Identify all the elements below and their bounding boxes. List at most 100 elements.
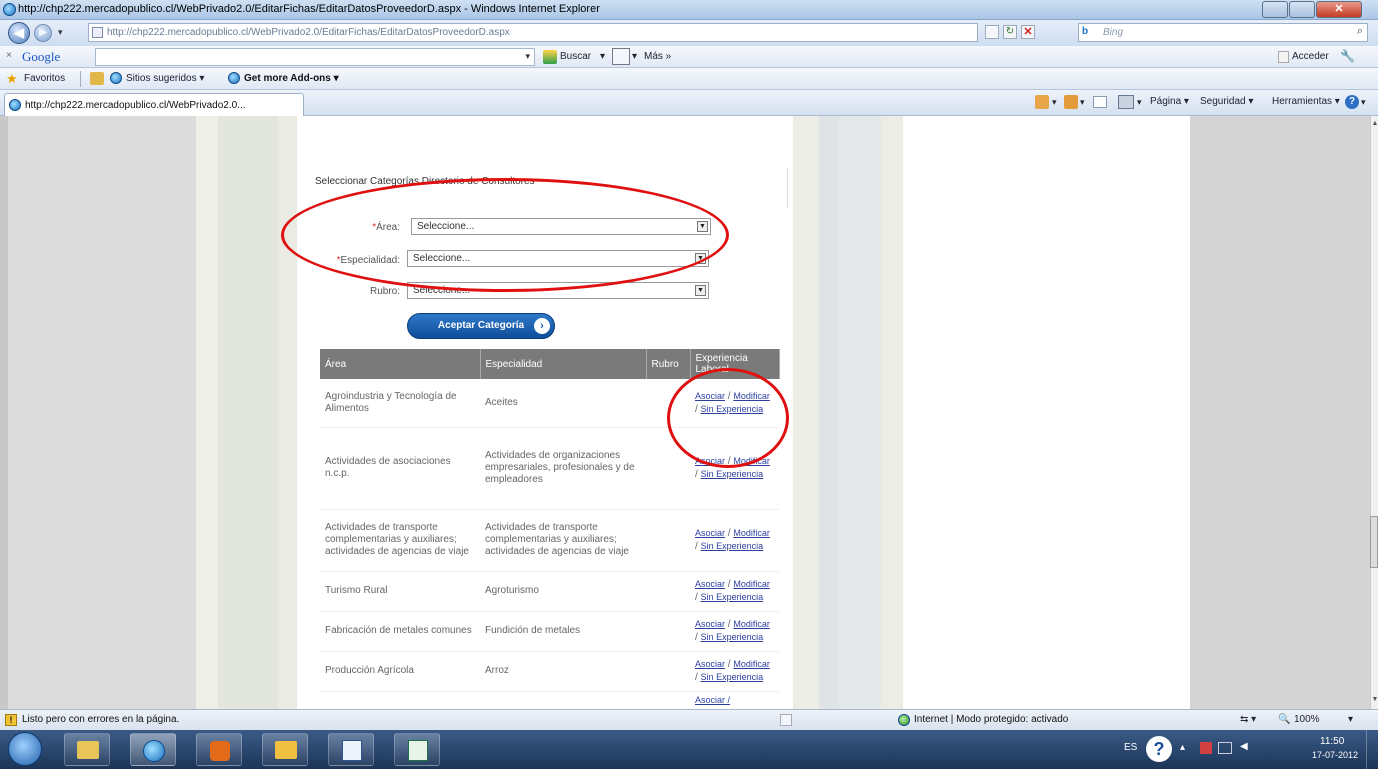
search-icon[interactable]: ⌕ — [1357, 25, 1363, 38]
minimize-button[interactable] — [1262, 1, 1288, 18]
help-tray-icon[interactable]: ? — [1146, 736, 1172, 762]
page-menu[interactable]: Página ▾ — [1150, 96, 1189, 107]
no-experience-link[interactable]: Sin Experiencia — [701, 469, 764, 479]
no-experience-link[interactable]: Sin Experiencia — [701, 672, 764, 682]
scroll-up-icon[interactable]: ▲ — [1371, 120, 1378, 127]
cell-area: Actividades de asociaciones n.c.p. — [320, 427, 480, 510]
explorer-taskbar-icon[interactable] — [64, 733, 110, 766]
wrench-icon[interactable]: 🔧 — [1340, 49, 1355, 63]
compat-view-icon[interactable] — [985, 25, 999, 39]
status-bar: ! Listo pero con errores en la página. I… — [0, 709, 1378, 730]
refresh-icon[interactable]: ↻ — [1003, 25, 1017, 39]
page-stripe — [218, 116, 278, 709]
associate-link[interactable]: Asociar — [695, 528, 725, 538]
history-dropdown-icon[interactable]: ▾ — [58, 27, 63, 38]
more-link[interactable]: Más » — [644, 51, 671, 62]
word-taskbar-icon[interactable] — [328, 733, 374, 766]
close-button[interactable]: ✕ — [1316, 1, 1362, 18]
cell-actions: Asociar / Modificar / Sin Experiencia — [690, 571, 779, 612]
print-icon[interactable] — [1118, 95, 1134, 109]
column-header-area: Área — [320, 349, 481, 379]
mail-icon[interactable] — [1093, 96, 1107, 108]
zone-settings-icon[interactable]: ⇆ ▾ — [1240, 714, 1256, 725]
zoom-dropdown-icon[interactable]: ▾ — [1348, 714, 1353, 725]
no-experience-link[interactable]: Sin Experiencia — [701, 592, 764, 602]
network-tray-icon[interactable] — [1218, 742, 1232, 754]
address-toolbar: ◀ ▶ ▾ http://chp222.mercadopublico.cl/We… — [0, 20, 1378, 46]
chevron-down-icon[interactable]: ▾ — [525, 51, 530, 62]
vertical-scrollbar[interactable]: ▲ ▼ — [1370, 116, 1378, 709]
status-message: Listo pero con errores en la página. — [22, 714, 180, 725]
print-dropdown-icon[interactable]: ▾ — [1137, 97, 1142, 108]
warning-icon[interactable]: ! — [5, 714, 17, 726]
no-experience-link[interactable]: Sin Experiencia — [701, 632, 764, 642]
tray-expand-icon[interactable]: ▴ — [1180, 742, 1185, 753]
google-search-icon — [543, 50, 557, 64]
search-placeholder: Bing — [1103, 27, 1124, 38]
volume-tray-icon[interactable]: ◀ — [1240, 741, 1248, 752]
clock-date[interactable]: 17-07-2012 — [1312, 750, 1358, 760]
help-icon[interactable]: ? — [1345, 95, 1359, 109]
close-toolbar-icon[interactable]: × — [6, 50, 12, 61]
separator — [80, 71, 81, 87]
add-favorite-icon[interactable] — [90, 72, 104, 85]
excel-taskbar-icon[interactable] — [394, 733, 440, 766]
cell-area: Actividades de transporte complementaria… — [320, 509, 480, 572]
clock-time[interactable]: 11:50 — [1320, 736, 1344, 747]
ie-taskbar-icon[interactable] — [130, 733, 176, 766]
media-player-icon — [210, 741, 230, 761]
show-desktop-button[interactable] — [1366, 730, 1378, 769]
zoom-level[interactable]: 100% — [1294, 714, 1320, 725]
tab-current[interactable]: http://chp222.mercadopublico.cl/WebPriva… — [4, 93, 304, 116]
associate-link[interactable]: Asociar / — [695, 695, 730, 705]
flag-tray-icon[interactable] — [1200, 742, 1212, 754]
globe-icon — [898, 714, 910, 726]
media-taskbar-icon[interactable] — [196, 733, 242, 766]
home-icon[interactable] — [1035, 95, 1049, 109]
feeds-dropdown-icon[interactable]: ▾ — [1080, 97, 1085, 108]
search-input[interactable]: b Bing ⌕ — [1078, 23, 1368, 42]
google-search-button[interactable]: Buscar — [560, 51, 591, 62]
start-button[interactable] — [8, 732, 42, 766]
scrollbar-thumb[interactable] — [1370, 516, 1378, 568]
url-input[interactable]: http://chp222.mercadopublico.cl/WebPriva… — [88, 23, 978, 42]
forward-button[interactable]: ▶ — [34, 24, 52, 42]
table-row: Turismo Rural Agroturismo Asociar / Modifi… — [320, 571, 779, 612]
modify-link[interactable]: Modificar — [733, 619, 770, 629]
popup-blocker-icon[interactable] — [612, 48, 630, 65]
get-addons-link[interactable]: Get more Add-ons ▾ — [244, 73, 339, 84]
taskbar: ES ? ▴ ◀ 11:50 17-07-2012 — [0, 730, 1378, 769]
google-search-input[interactable]: ▾ — [95, 48, 535, 66]
no-experience-link[interactable]: Sin Experiencia — [701, 541, 764, 551]
google-search-dropdown-icon[interactable]: ▾ — [600, 51, 605, 62]
tools-menu[interactable]: Herramientas ▾ — [1272, 96, 1340, 107]
associate-link[interactable]: Asociar — [695, 619, 725, 629]
cell-rubro — [646, 571, 690, 612]
back-button[interactable]: ◀ — [8, 22, 30, 44]
modify-link[interactable]: Modificar — [733, 528, 770, 538]
favorites-button[interactable]: Favoritos — [24, 73, 65, 84]
annotation-circle-links — [667, 368, 789, 468]
window-title: http://chp222.mercadopublico.cl/WebPriva… — [18, 3, 600, 15]
popup-blocker-dropdown-icon[interactable]: ▾ — [632, 51, 637, 62]
associate-link[interactable]: Asociar — [695, 579, 725, 589]
suggested-sites-link[interactable]: Sitios sugeridos ▾ — [126, 73, 204, 84]
language-indicator[interactable]: ES — [1124, 742, 1137, 753]
signin-link[interactable]: Acceder — [1292, 51, 1329, 62]
scroll-down-icon[interactable]: ▼ — [1371, 696, 1378, 703]
suggested-sites-icon — [110, 72, 122, 84]
associate-link[interactable]: Asociar — [695, 659, 725, 669]
tab-bar: http://chp222.mercadopublico.cl/WebPriva… — [0, 90, 1378, 116]
modify-link[interactable]: Modificar — [733, 579, 770, 589]
stop-icon[interactable]: ✕ — [1021, 25, 1035, 39]
folder-taskbar-icon[interactable] — [262, 733, 308, 766]
zoom-icon[interactable]: 🔍 — [1278, 714, 1290, 725]
accept-category-button[interactable]: Aceptar Categoría › — [407, 313, 555, 339]
help-dropdown-icon[interactable]: ▾ — [1361, 97, 1366, 108]
security-menu[interactable]: Seguridad ▾ — [1200, 96, 1253, 107]
feeds-icon[interactable] — [1064, 95, 1078, 109]
page-background-left — [8, 116, 196, 709]
maximize-button[interactable] — [1289, 1, 1315, 18]
modify-link[interactable]: Modificar — [733, 659, 770, 669]
home-dropdown-icon[interactable]: ▾ — [1052, 97, 1057, 108]
